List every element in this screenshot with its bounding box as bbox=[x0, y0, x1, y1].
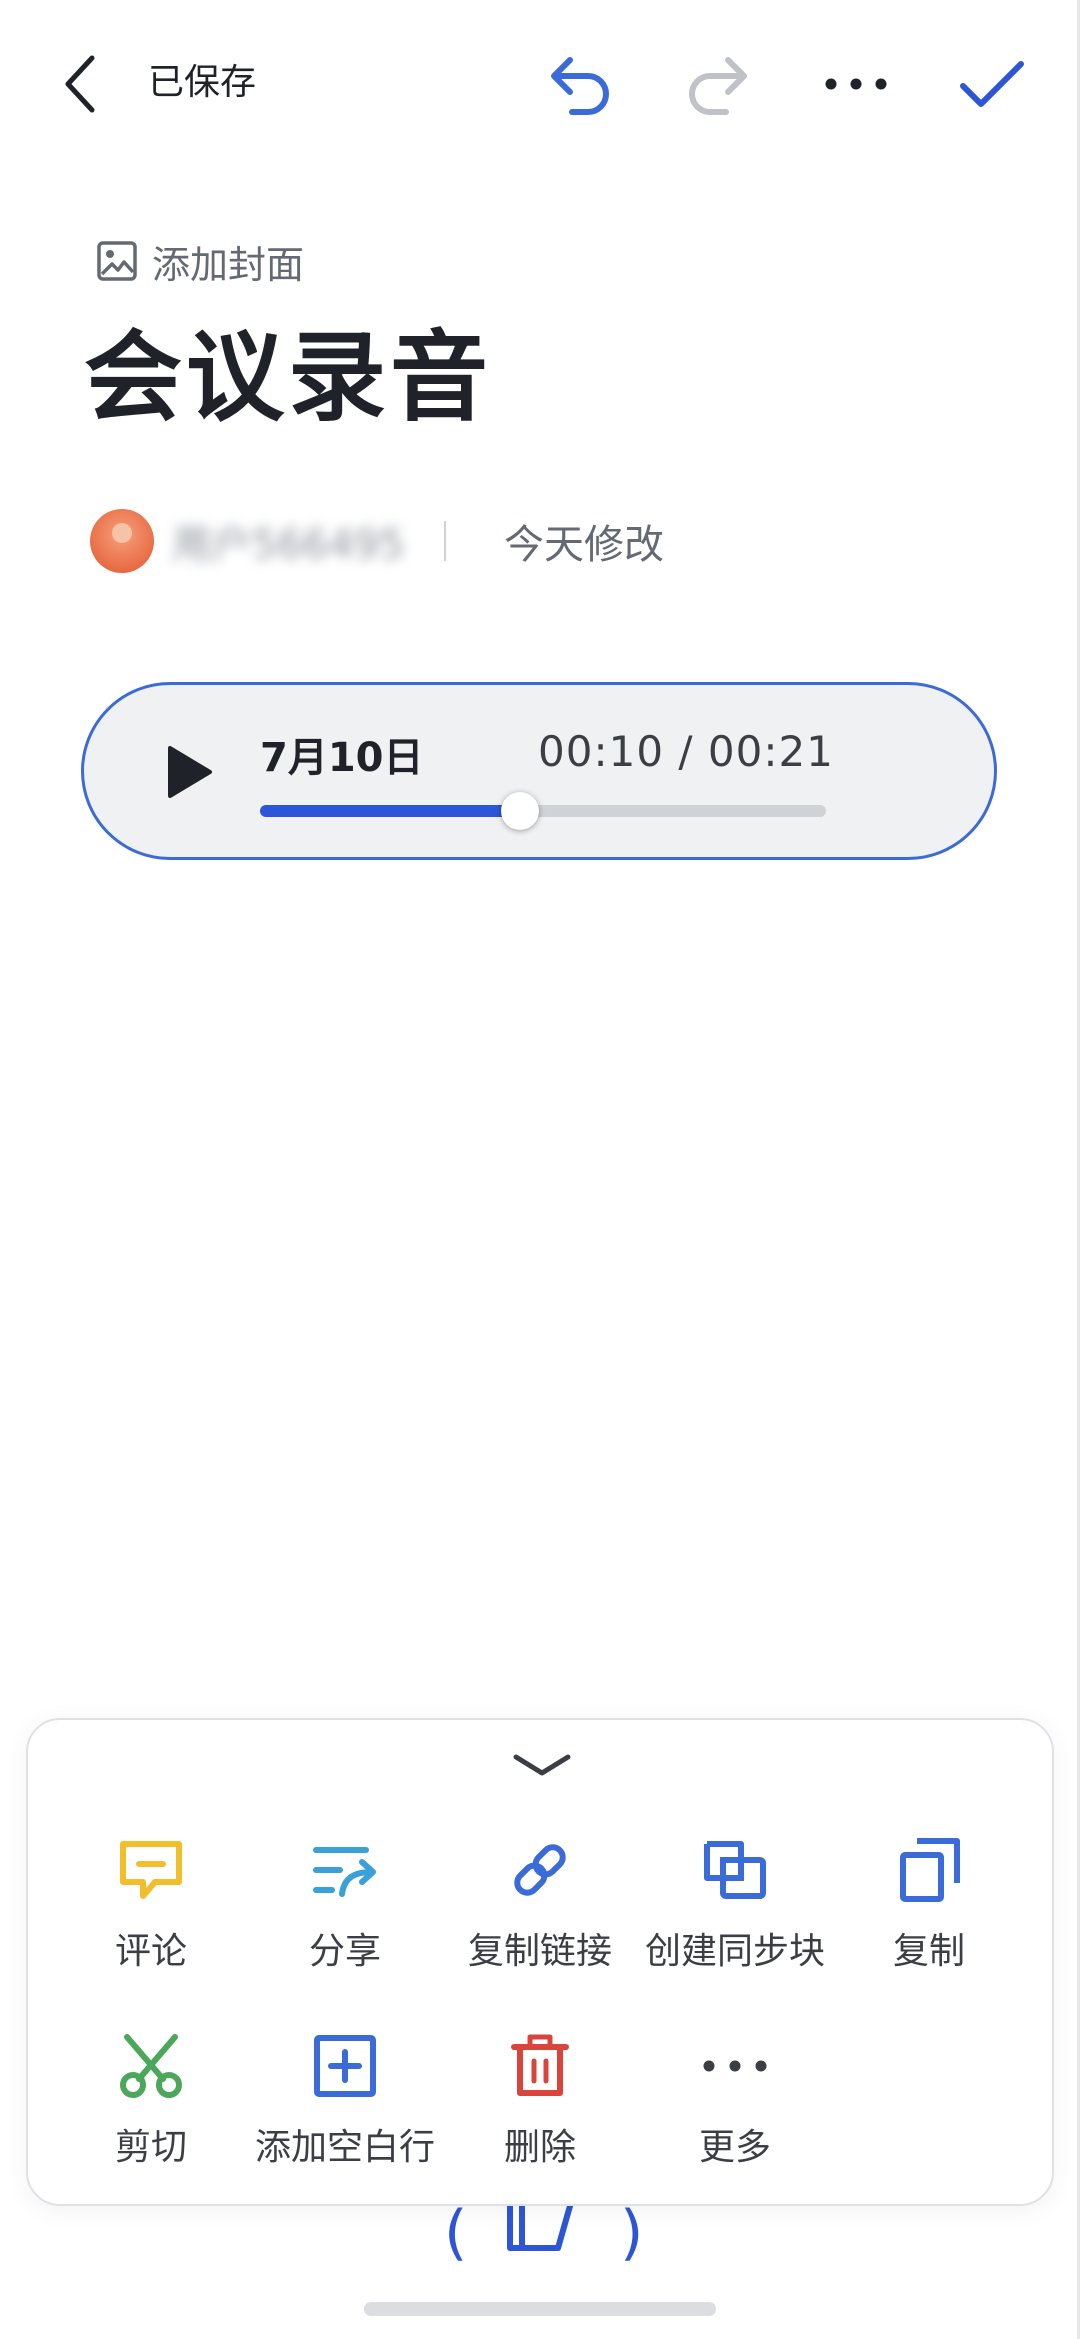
image-icon bbox=[97, 241, 137, 281]
scissors-icon bbox=[115, 2030, 187, 2102]
playback-time: 00:10 / 00:21 bbox=[538, 727, 834, 776]
link-icon bbox=[504, 1834, 576, 1906]
author-name[interactable]: 用户566495 bbox=[172, 512, 405, 570]
avatar[interactable] bbox=[90, 509, 154, 573]
progress-thumb[interactable] bbox=[501, 792, 540, 830]
share-icon bbox=[309, 1834, 381, 1906]
home-indicator bbox=[364, 2302, 716, 2316]
action-more[interactable]: 更多 bbox=[637, 2022, 833, 2172]
more-button[interactable] bbox=[816, 44, 896, 124]
trash-icon bbox=[504, 2030, 576, 2102]
recording-date: 7月10日 bbox=[260, 735, 424, 781]
undo-icon bbox=[551, 57, 609, 115]
more-dots-icon bbox=[699, 2030, 771, 2102]
action-create-sync-block[interactable]: 创建同步块 bbox=[637, 1826, 833, 1976]
action-cut[interactable]: 剪切 bbox=[53, 2022, 249, 2172]
check-icon bbox=[960, 61, 1024, 107]
sync-block-icon bbox=[699, 1834, 771, 1906]
block-action-sheet: 评论 分享 复制链接 创建同步块 复制 剪切 添加空白行 删除 更多 bbox=[26, 1718, 1054, 2206]
meta-divider bbox=[444, 521, 446, 561]
done-button[interactable] bbox=[952, 44, 1032, 124]
save-status: 已保存 bbox=[148, 62, 257, 103]
play-button[interactable] bbox=[154, 737, 224, 807]
action-add-blank-line[interactable]: 添加空白行 bbox=[247, 2022, 443, 2172]
document-meta: 用户566495 今天修改 bbox=[90, 506, 664, 576]
add-line-icon bbox=[309, 2030, 381, 2102]
more-dots-icon bbox=[825, 78, 887, 90]
back-button[interactable] bbox=[48, 48, 112, 120]
document-title[interactable]: 会议录音 bbox=[84, 318, 492, 438]
chevron-down-icon bbox=[513, 1754, 571, 1776]
audio-player[interactable]: 7月10日 00:10 / 00:21 bbox=[81, 682, 997, 860]
modified-time: 今天修改 bbox=[504, 522, 664, 568]
action-delete[interactable]: 删除 bbox=[442, 2022, 638, 2172]
action-copy-link[interactable]: 复制链接 bbox=[442, 1826, 638, 1976]
collapse-sheet-button[interactable] bbox=[502, 1742, 582, 1788]
undo-button[interactable] bbox=[540, 44, 620, 124]
chevron-left-icon bbox=[65, 55, 95, 113]
bracket-decor-left: ( bbox=[444, 2198, 468, 2268]
copy-icon bbox=[893, 1834, 965, 1906]
action-comment[interactable]: 评论 bbox=[53, 1826, 249, 1976]
action-copy[interactable]: 复制 bbox=[831, 1826, 1027, 1976]
add-cover-label: 添加封面 bbox=[152, 242, 305, 287]
top-bar: 已保存 bbox=[0, 0, 1080, 170]
action-share[interactable]: 分享 bbox=[247, 1826, 443, 1976]
bracket-decor-right: ) bbox=[620, 2198, 644, 2268]
redo-icon bbox=[689, 57, 747, 115]
redo-button[interactable] bbox=[678, 44, 758, 124]
add-cover-button[interactable]: 添加封面 bbox=[96, 236, 305, 287]
progress-fill bbox=[260, 805, 521, 817]
play-icon bbox=[168, 746, 212, 798]
progress-track[interactable] bbox=[260, 792, 826, 830]
comment-icon bbox=[115, 1834, 187, 1906]
